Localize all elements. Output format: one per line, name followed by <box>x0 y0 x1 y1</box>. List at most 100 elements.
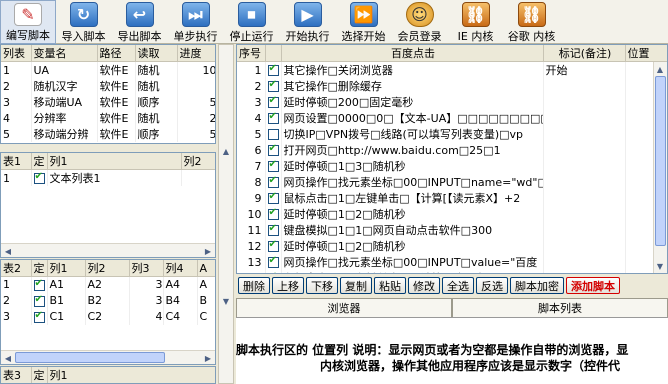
row-checkbox[interactable] <box>267 255 279 268</box>
toolbar-button-import[interactable]: ↻ 导入脚本 <box>56 0 112 44</box>
row-checkbox[interactable] <box>267 79 279 92</box>
table1-header[interactable]: 定 <box>31 153 48 170</box>
variable-table-header[interactable]: 变量名 <box>31 45 98 62</box>
table2-header[interactable]: A <box>197 260 215 277</box>
action-button-2[interactable]: 下移 <box>306 277 338 294</box>
script-row[interactable]: 14 鼠标点击□1□左键单击□【计算[【读元素X】+2 <box>237 270 667 273</box>
table1-header[interactable]: 列1 <box>47 153 182 170</box>
tab-browser[interactable]: 浏览器 <box>236 298 452 317</box>
script-table-header[interactable]: 位置 <box>625 45 667 62</box>
toolbar-button-step[interactable]: ⏭ 单步执行 <box>168 0 224 44</box>
table3-header[interactable]: 列1 <box>47 367 215 383</box>
scroll-right-arrow-icon[interactable]: ▶ <box>202 352 214 364</box>
script-row[interactable]: 12 延时停顿□1□2□随机秒 <box>237 238 667 254</box>
row-checkbox[interactable] <box>267 63 279 76</box>
scroll-left-arrow-icon[interactable]: ◀ <box>2 245 14 257</box>
table-row[interactable]: 2 随机汉字 软件E 随机 <box>1 78 215 94</box>
tab-script-list[interactable]: 脚本列表 <box>452 298 668 317</box>
row-checkbox[interactable] <box>267 239 279 252</box>
row-checkbox[interactable] <box>267 159 279 172</box>
action-button-0[interactable]: 删除 <box>238 277 270 294</box>
scroll-down-arrow-icon[interactable]: ▼ <box>654 260 666 272</box>
row-checkbox[interactable] <box>267 175 279 188</box>
table1-header[interactable]: 表1 <box>1 153 32 170</box>
toolbar-button-play[interactable]: ▶ 开始执行 <box>280 0 336 44</box>
action-button-7[interactable]: 反选 <box>476 277 508 294</box>
toolbar-button-chain[interactable]: ⛓ IE 内核 <box>448 0 504 44</box>
table2-horizontal-scrollbar[interactable]: ◀ ▶ <box>1 350 215 364</box>
row-checkbox[interactable] <box>33 294 45 307</box>
script-table-header[interactable]: 百度点击 <box>281 45 544 62</box>
table2-header[interactable]: 列3 <box>129 260 164 277</box>
variable-table-header[interactable]: 列表 <box>1 45 32 62</box>
scroll-left-arrow-icon[interactable]: ◀ <box>2 352 14 364</box>
script-row[interactable]: 10 延时停顿□1□2□随机秒 <box>237 206 667 222</box>
table-row[interactable]: 4 分辨率 软件E 随机 2 <box>1 110 215 126</box>
script-table-header[interactable]: 标记(备注) <box>543 45 626 62</box>
table2-header[interactable]: 列4 <box>163 260 198 277</box>
table-row[interactable]: 1 A1A23A4A <box>1 276 215 293</box>
variable-table-header[interactable]: 读取 <box>135 45 178 62</box>
scroll-up-arrow-icon[interactable]: ▲ <box>654 63 666 75</box>
action-button-9[interactable]: 添加脚本 <box>566 277 620 294</box>
table3-header[interactable]: 表3 <box>1 367 32 383</box>
table1-horizontal-scrollbar[interactable]: ◀ ▶ <box>1 243 215 257</box>
splitter-scrollbar[interactable]: ▲ ▼ <box>218 44 234 384</box>
scrollbar-thumb[interactable] <box>15 352 165 363</box>
scroll-down-arrow-icon[interactable]: ▼ <box>220 295 232 307</box>
row-checkbox[interactable] <box>267 95 279 108</box>
row-checkbox[interactable] <box>267 129 279 140</box>
script-row[interactable]: 13 网页操作□找元素坐标□00□INPUT□value="百度 <box>237 254 667 270</box>
row-checkbox[interactable] <box>269 271 277 273</box>
script-row[interactable]: 3 延时停顿□200□固定毫秒 <box>237 94 667 110</box>
table2-header[interactable]: 表2 <box>1 260 32 277</box>
row-checkbox[interactable] <box>267 191 279 204</box>
script-row[interactable]: 7 延时停顿□1□3□随机秒 <box>237 158 667 174</box>
action-button-1[interactable]: 上移 <box>272 277 304 294</box>
action-button-5[interactable]: 修改 <box>408 277 440 294</box>
toolbar-button-chain[interactable]: ⛓ 谷歌 内核 <box>504 0 560 44</box>
toolbar-button-stop[interactable]: ⏹ 停止运行 <box>224 0 280 44</box>
toolbar-button-pencil[interactable]: ✎ 编写脚本 <box>0 0 56 44</box>
script-row[interactable]: 8 网页操作□找元素坐标□00□INPUT□name="wd"□ <box>237 174 667 190</box>
variable-table-header[interactable]: 路径 <box>97 45 136 62</box>
script-row[interactable]: 11 键盘模拟□1□1□网页自动点击软件□300 <box>237 222 667 238</box>
toolbar-button-user[interactable]: ☺ 会员登录 <box>392 0 448 44</box>
table-row[interactable]: 1 UA 软件E 随机 10 <box>1 61 215 78</box>
table2-header[interactable]: 定 <box>31 260 48 277</box>
table1-header[interactable]: 列2 <box>181 153 215 170</box>
row-checkbox[interactable] <box>267 143 279 156</box>
action-button-8[interactable]: 脚本加密 <box>510 277 564 294</box>
scrollbar-thumb[interactable] <box>655 76 666 246</box>
toolbar-button-fast-forward[interactable]: ⏩ 选择开始 <box>336 0 392 44</box>
row-checkbox[interactable] <box>33 278 45 291</box>
variable-table-header[interactable]: 进度 <box>177 45 215 62</box>
script-row[interactable]: 4 网页设置□0000□0□【文本-UA】□□□□□□□□□□ <box>237 110 667 126</box>
action-button-6[interactable]: 全选 <box>442 277 474 294</box>
table2-header[interactable]: 列2 <box>85 260 130 277</box>
scroll-right-arrow-icon[interactable]: ▶ <box>202 245 214 257</box>
table-row[interactable]: 2 B1B23B4B <box>1 292 215 309</box>
toolbar-button-export[interactable]: ↩ 导出脚本 <box>112 0 168 44</box>
table-row[interactable]: 3 移动端UA 软件E 顺序 5 <box>1 94 215 110</box>
script-row[interactable]: 6 打开网页□http://www.baidu.com□25□1 <box>237 142 667 158</box>
table3-header[interactable]: 定 <box>31 367 48 383</box>
script-row[interactable]: 5 切换IP□VPN拨号□线路(可以填写列表变量)□vp <box>237 126 667 142</box>
row-checkbox[interactable] <box>267 207 279 220</box>
script-table-header[interactable]: 序号 <box>237 45 266 62</box>
row-checkbox[interactable] <box>267 223 279 236</box>
script-table-header[interactable] <box>265 45 282 62</box>
table2-header[interactable]: 列1 <box>47 260 86 277</box>
row-checkbox[interactable] <box>267 111 279 124</box>
row-checkbox[interactable] <box>33 310 45 323</box>
scroll-up-arrow-icon[interactable]: ▲ <box>220 145 232 157</box>
table-row[interactable]: 1 文本列表1 <box>1 169 215 186</box>
script-row[interactable]: 1 其它操作□关闭浏览器开始 <box>237 61 667 78</box>
script-row[interactable]: 2 其它操作□删除缓存 <box>237 78 667 94</box>
action-button-3[interactable]: 复制 <box>340 277 372 294</box>
table-row[interactable]: 3 C1C24C4C <box>1 308 215 325</box>
row-checkbox[interactable] <box>33 171 45 184</box>
action-button-4[interactable]: 粘贴 <box>374 277 406 294</box>
table-row[interactable]: 5 移动端分辨 软件E 顺序 5 <box>1 126 215 142</box>
script-row[interactable]: 9 鼠标点击□1□左键单击□【计算[【读元素X】+2 <box>237 190 667 206</box>
